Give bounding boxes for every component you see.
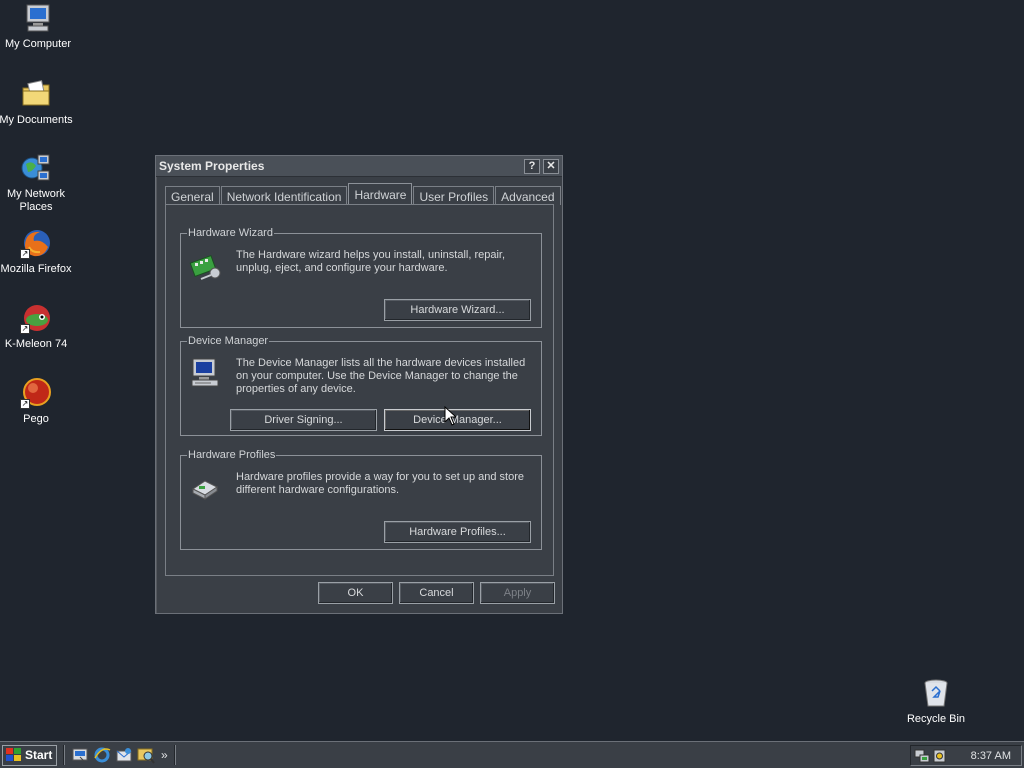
desktop-icon-pego[interactable]: ↗ Pego	[0, 377, 74, 426]
desktop-icon-my-network-places[interactable]: My Network Places	[0, 152, 74, 214]
tab-hardware[interactable]: Hardware	[348, 183, 413, 204]
group-legend: Hardware Wizard	[188, 227, 273, 239]
device-manager-button[interactable]: Device Manager...	[384, 409, 531, 431]
system-properties-dialog: System Properties ? ✕ General Network Id…	[155, 155, 563, 614]
volume-tray-icon[interactable]	[932, 748, 948, 764]
desktop-icon-label: My Documents	[0, 114, 73, 126]
title-bar[interactable]: System Properties ? ✕	[156, 156, 562, 177]
help-button[interactable]: ?	[524, 158, 540, 174]
quick-launch-chevron[interactable]: »	[161, 748, 168, 762]
windows-logo-icon	[6, 748, 22, 762]
driver-signing-button[interactable]: Driver Signing...	[230, 409, 377, 431]
group-legend: Device Manager	[188, 335, 269, 347]
hardware-profiles-group: Hardware Profiles Hardware profiles prov…	[180, 449, 542, 550]
shortcut-arrow-icon: ↗	[20, 399, 30, 409]
pego-icon: ↗	[20, 377, 52, 409]
hardware-wizard-description: The Hardware wizard helps you install, u…	[236, 249, 506, 274]
desktop-icon-label: My Network Places	[6, 188, 66, 213]
recycle-bin-icon	[920, 677, 952, 709]
media-search-icon[interactable]	[137, 746, 155, 764]
desktop-icon-k-meleon[interactable]: ↗ K-Meleon 74	[0, 302, 74, 351]
desktop-icon-my-documents[interactable]: My Documents	[0, 78, 74, 127]
group-legend: Hardware Profiles	[188, 449, 276, 461]
device-manager-icon	[189, 357, 221, 389]
desktop-icon-label: K-Meleon 74	[4, 338, 68, 350]
hardware-profiles-description: Hardware profiles provide a way for you …	[236, 471, 524, 496]
tab-strip: General Network Identification Hardware …	[165, 183, 562, 205]
device-manager-group: Device Manager The Device Manager lists …	[180, 335, 542, 436]
desktop-icon-label: My Computer	[4, 38, 72, 50]
clock[interactable]: 8:37 AM	[971, 750, 1011, 762]
desktop-icon-label: Mozilla Firefox	[0, 263, 72, 275]
tab-general[interactable]: General	[165, 186, 220, 205]
k-meleon-icon: ↗	[20, 302, 52, 334]
shortcut-arrow-icon: ↗	[20, 249, 30, 259]
network-tray-icon[interactable]	[914, 748, 930, 764]
start-button[interactable]: Start	[2, 744, 57, 766]
desktop-icon-recycle-bin[interactable]: Recycle Bin	[898, 677, 974, 726]
firefox-icon: ↗	[20, 227, 52, 259]
desktop-icon-mozilla-firefox[interactable]: ↗ Mozilla Firefox	[0, 227, 74, 276]
dialog-title: System Properties	[159, 159, 265, 173]
apply-button[interactable]: Apply	[480, 582, 555, 604]
outlook-express-icon[interactable]	[115, 746, 133, 764]
device-manager-description: The Device Manager lists all the hardwar…	[236, 357, 526, 395]
hardware-profiles-icon	[189, 471, 221, 503]
hardware-tab-panel: Hardware Wizard The Hardware wizard help…	[165, 204, 554, 576]
system-tray: 8:37 AM	[910, 745, 1022, 766]
shortcut-arrow-icon: ↗	[20, 324, 30, 334]
tab-network-identification[interactable]: Network Identification	[220, 186, 348, 205]
folder-icon	[20, 78, 52, 110]
tab-user-profiles[interactable]: User Profiles	[413, 186, 495, 205]
taskbar: Start » 8:37 AM	[0, 741, 1024, 768]
hardware-wizard-button[interactable]: Hardware Wizard...	[384, 299, 531, 321]
desktop-icon-my-computer[interactable]: My Computer	[0, 2, 76, 51]
quick-launch-separator	[63, 745, 65, 765]
hardware-profiles-button[interactable]: Hardware Profiles...	[384, 521, 531, 543]
taskbar-separator	[173, 745, 176, 765]
desktop-icon-label: Recycle Bin	[906, 713, 966, 725]
show-desktop-icon[interactable]	[71, 746, 89, 764]
mouse-cursor-icon	[444, 406, 456, 426]
desktop-icon-label: Pego	[23, 413, 49, 425]
cancel-button[interactable]: Cancel	[399, 582, 474, 604]
internet-explorer-icon[interactable]	[93, 746, 111, 764]
hardware-wizard-group: Hardware Wizard The Hardware wizard help…	[180, 227, 542, 328]
close-button[interactable]: ✕	[543, 158, 559, 174]
hardware-wizard-icon	[189, 249, 221, 281]
ok-button[interactable]: OK	[318, 582, 393, 604]
network-globe-icon	[20, 152, 52, 184]
computer-icon	[22, 2, 54, 34]
start-label: Start	[25, 748, 53, 762]
tab-advanced[interactable]: Advanced	[495, 186, 561, 205]
